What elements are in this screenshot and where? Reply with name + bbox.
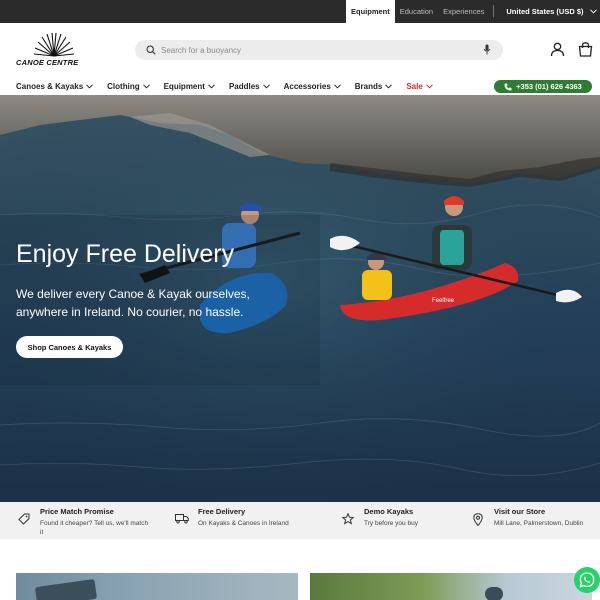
nav-item-paddles[interactable]: Paddles xyxy=(229,78,270,95)
nav-item-label: Paddles xyxy=(228,82,260,91)
phone-icon xyxy=(504,83,512,90)
main-nav: Canoes & Kayaks Clothing Equipment Paddl… xyxy=(0,78,600,95)
chevron-down-icon xyxy=(262,84,270,89)
chevron-down-icon xyxy=(425,84,433,89)
nav-item-sale[interactable]: Sale xyxy=(406,78,433,95)
feature-desc: Found it cheaper? Tell us, we'll match i… xyxy=(40,520,149,536)
feature-desc: Try before you buy xyxy=(364,520,418,527)
top-bar: Equipment Education Experiences United S… xyxy=(0,0,600,23)
feature-title: Price Match Promise xyxy=(40,507,114,516)
collection-card-image[interactable] xyxy=(310,573,592,600)
divider xyxy=(493,5,495,17)
nav-item-accessories[interactable]: Accessories xyxy=(284,78,341,95)
account-icon[interactable] xyxy=(550,42,565,57)
chevron-down-icon xyxy=(86,84,94,89)
logo[interactable]: CANOE CENTRE xyxy=(16,33,92,69)
chevron-down-icon xyxy=(208,84,215,89)
whatsapp-button[interactable] xyxy=(574,567,600,593)
chevron-down-icon xyxy=(385,84,393,89)
nav-item-label: Accessories xyxy=(283,82,331,91)
phone-button[interactable]: +353 (01) 626 4363 xyxy=(494,80,592,93)
tab-equipment[interactable]: Equipment xyxy=(346,0,395,23)
nav-item-label: Canoes & Kayaks xyxy=(16,82,84,91)
kayak-brand-label: Feelfree xyxy=(432,298,455,304)
location-pin-icon xyxy=(473,513,483,526)
card-image-detail xyxy=(485,587,503,600)
features-strip: Price Match Promise Found it cheaper? Te… xyxy=(0,502,600,539)
nav-item-label: Equipment xyxy=(163,82,205,91)
nav-item-equipment[interactable]: Equipment xyxy=(164,78,215,95)
chevron-down-icon xyxy=(333,84,341,89)
hero-banner: Feelfree Enjoy Free Delivery We deliver … xyxy=(0,95,600,502)
feature-title: Demo Kayaks xyxy=(364,507,414,516)
feature-title: Visit our Store xyxy=(494,507,546,516)
site-tabs: Equipment Education Experiences United S… xyxy=(346,0,597,23)
nav-item-clothing[interactable]: Clothing xyxy=(107,78,150,95)
star-icon xyxy=(341,513,355,525)
sunburst-logo-icon xyxy=(33,33,75,57)
microphone-icon[interactable] xyxy=(483,44,491,55)
nav-item-label: Clothing xyxy=(107,82,140,91)
hero-title: Enjoy Free Delivery xyxy=(16,240,235,268)
tag-icon xyxy=(18,513,30,525)
collection-card-image[interactable] xyxy=(16,573,298,600)
feature-free-delivery[interactable]: Free Delivery On Kayaks & Canoes in Irel… xyxy=(174,507,308,528)
whatsapp-icon xyxy=(579,572,595,588)
feature-desc: Mill Lane, Palmerstown, Dublin xyxy=(494,520,584,527)
cart-icon[interactable] xyxy=(578,42,593,57)
feature-demo-kayaks[interactable]: Demo Kayaks Try before you buy xyxy=(340,507,474,528)
search-bar[interactable] xyxy=(135,40,503,60)
search-icon xyxy=(146,45,156,55)
feature-desc: On Kayaks & Canoes in Ireland xyxy=(198,520,289,527)
search-input[interactable] xyxy=(161,42,461,58)
shop-canoes-kayaks-button[interactable]: Shop Canoes & Kayaks xyxy=(16,336,123,358)
feature-title: Free Delivery xyxy=(198,507,246,516)
chevron-down-icon xyxy=(142,84,150,89)
logo-text: CANOE CENTRE xyxy=(16,58,79,67)
truck-icon xyxy=(175,514,189,524)
card-image-detail xyxy=(34,578,98,600)
feature-price-match[interactable]: Price Match Promise Found it cheaper? Te… xyxy=(16,507,150,537)
nav-item-label: Sale xyxy=(406,82,423,91)
nav-item-brands[interactable]: Brands xyxy=(355,78,393,95)
currency-label: United States (USD $) xyxy=(506,7,584,16)
feature-visit-store[interactable]: Visit our Store Mill Lane, Palmerstown, … xyxy=(470,507,600,528)
hero-text: We deliver every Canoe & Kayak ourselves… xyxy=(16,287,250,319)
nav-item-canoes-kayaks[interactable]: Canoes & Kayaks xyxy=(16,78,94,95)
chevron-down-icon xyxy=(589,9,597,14)
header: CANOE CENTRE xyxy=(0,23,600,78)
tab-experiences[interactable]: Experiences xyxy=(438,0,489,23)
phone-number: +353 (01) 626 4363 xyxy=(516,82,582,91)
nav-item-label: Brands xyxy=(354,82,383,91)
currency-selector[interactable]: United States (USD $) xyxy=(498,0,597,23)
tab-education[interactable]: Education xyxy=(395,0,438,23)
